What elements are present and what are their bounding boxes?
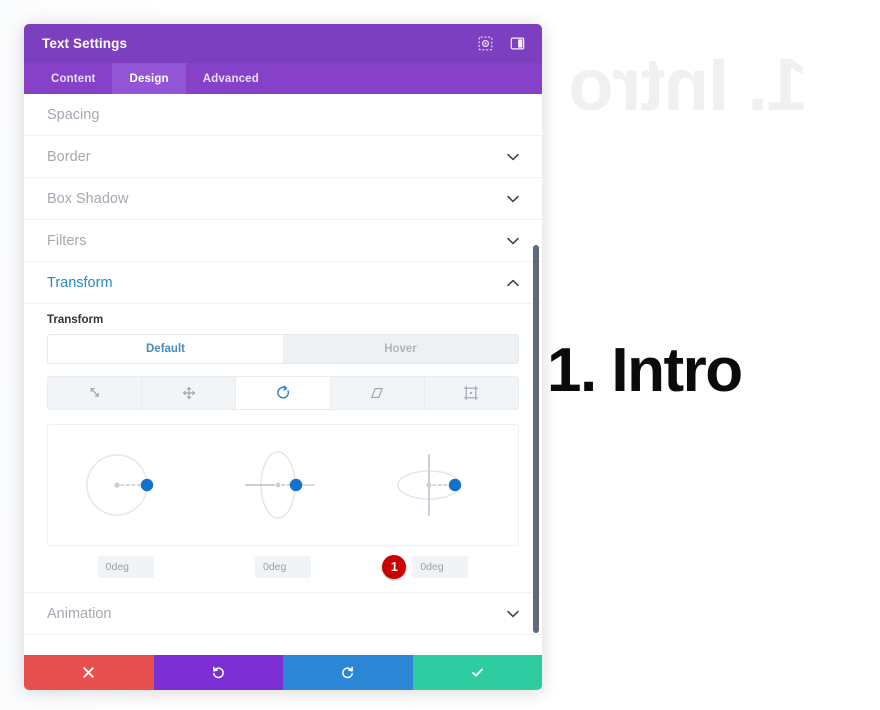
transform-field-label: Transform [47, 314, 104, 326]
rotate-z-input[interactable] [97, 556, 154, 578]
section-border-label: Border [47, 148, 91, 165]
scale-icon[interactable] [48, 377, 143, 409]
chevron-down-icon [506, 607, 520, 621]
transform-origin-icon[interactable] [425, 377, 518, 409]
panel-scrollbar[interactable] [533, 94, 539, 655]
undo-button[interactable] [153, 655, 283, 690]
chevron-up-icon [506, 276, 520, 290]
redo-button[interactable] [283, 655, 413, 690]
rotate-x-value-cell: 1 [380, 555, 500, 579]
settings-scroll-area: Spacing Border Box Shadow Filters Transf… [24, 94, 542, 655]
undo-icon [211, 665, 226, 680]
tab-advanced[interactable]: Advanced [186, 63, 276, 94]
transform-state-toggle: Default Hover [47, 334, 519, 364]
rotate-y-dial[interactable] [223, 430, 343, 540]
mirrored-ghost-heading: 1. Intro [569, 43, 808, 126]
section-transform[interactable]: Transform [24, 262, 542, 304]
translate-move-icon[interactable] [142, 377, 237, 409]
chevron-down-icon [506, 108, 520, 122]
tab-content[interactable]: Content [34, 63, 112, 94]
cancel-button[interactable] [24, 655, 154, 690]
tab-design[interactable]: Design [112, 63, 186, 94]
section-spacing[interactable]: Spacing [24, 94, 542, 136]
rotation-dial-board [47, 424, 519, 546]
transform-type-selector [47, 376, 519, 410]
check-icon [470, 665, 485, 680]
modal-header: Text Settings [24, 24, 542, 63]
rotate-y-input[interactable] [254, 556, 311, 578]
scrollbar-thumb[interactable] [533, 245, 539, 633]
section-filters[interactable]: Filters [24, 220, 542, 262]
rotate-x-dial[interactable] [380, 430, 500, 540]
state-tab-hover[interactable]: Hover [283, 335, 518, 363]
text-settings-modal: Text Settings Content Design Advanced Sp… [24, 24, 542, 690]
chevron-down-icon [506, 234, 520, 248]
page-heading-1-intro: 1. Intro [547, 336, 743, 405]
close-icon [82, 666, 95, 679]
section-spacing-label: Spacing [47, 106, 100, 123]
section-filters-label: Filters [47, 232, 87, 249]
modal-header-actions [476, 35, 526, 53]
section-animation-label: Animation [47, 605, 112, 622]
modal-title: Text Settings [42, 36, 128, 51]
transform-section-body: Transform Default Hover 0deg 0deg 1 0deg [24, 304, 542, 593]
rotate-icon[interactable] [236, 377, 331, 409]
rotate-z-value-cell [66, 556, 186, 578]
panel-layout-icon[interactable] [508, 35, 526, 53]
modal-body: Spacing Border Box Shadow Filters Transf… [24, 94, 542, 655]
section-box-shadow[interactable]: Box Shadow [24, 178, 542, 220]
skew-icon[interactable] [331, 377, 425, 409]
state-tab-default[interactable]: Default [48, 335, 283, 363]
save-button[interactable] [412, 655, 542, 690]
focus-target-icon[interactable] [476, 35, 494, 53]
redo-icon [340, 665, 355, 680]
section-transform-label: Transform [47, 274, 113, 291]
chevron-down-icon [506, 150, 520, 164]
rotate-x-input[interactable] [412, 556, 469, 578]
modal-tabs: Content Design Advanced [24, 63, 542, 94]
rotate-y-value-cell [223, 556, 343, 578]
modal-footer [24, 655, 542, 690]
section-box-shadow-label: Box Shadow [47, 190, 129, 207]
rotation-value-row: 1 [47, 555, 519, 579]
section-animation[interactable]: Animation [24, 593, 542, 635]
step-badge-1: 1 [382, 555, 407, 579]
chevron-down-icon [506, 192, 520, 206]
rotate-z-dial[interactable] [66, 430, 186, 540]
section-border[interactable]: Border [24, 136, 542, 178]
